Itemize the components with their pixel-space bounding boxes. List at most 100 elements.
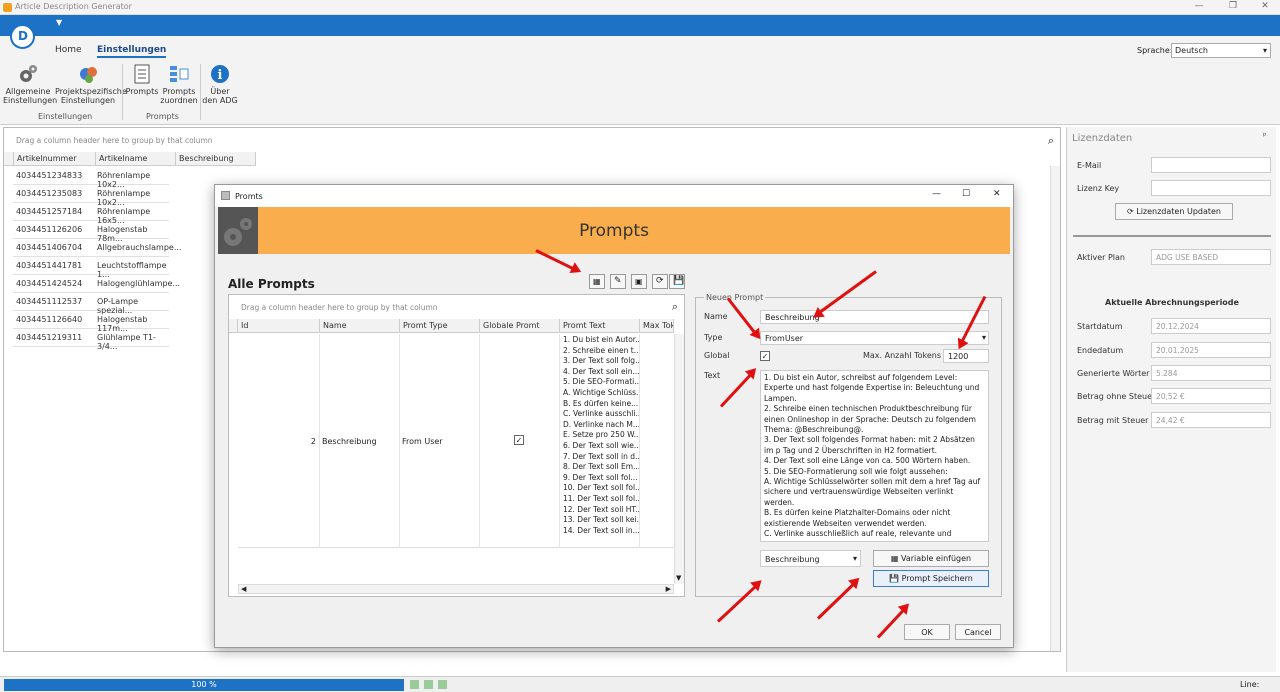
window-title: Article Description Generator	[15, 2, 132, 11]
table-row[interactable]: 4034451234833 Röhrenlampe 10x2...	[13, 167, 169, 189]
restore-icon[interactable]: ❐	[1226, 1, 1240, 13]
save-prompt-button[interactable]: 💾 Prompt Speichern	[873, 570, 989, 587]
tokens-input[interactable]: 1200	[943, 349, 989, 363]
table-row[interactable]: 4034451235083 Röhrenlampe 10x2...	[13, 185, 169, 207]
ok-button[interactable]: OK	[904, 624, 950, 640]
global-checkbox[interactable]: ✓	[760, 351, 770, 361]
plan-label: Aktiver Plan	[1077, 253, 1125, 262]
prompts-zuordnen-button[interactable]: Prompts zuordnen	[160, 64, 198, 105]
chevron-right-icon: ▶	[665, 585, 671, 593]
status-indicator-icon	[424, 680, 433, 689]
dialog-title: Promts	[235, 192, 263, 201]
insert-variable-button[interactable]: ▦ Variable einfügen	[873, 550, 989, 567]
save-prompts-button[interactable]: 💾	[669, 274, 685, 289]
dialog-banner: Prompts	[218, 207, 1010, 254]
column-header-promt-type[interactable]: Promt Type	[400, 319, 480, 333]
tokens-label: Max. Anzahl Tokens	[863, 351, 942, 360]
gross-field: 24,42 €	[1151, 412, 1271, 428]
zuordnen-label: Prompts zuordnen	[160, 87, 198, 105]
allgemeine-einstellungen-button[interactable]: Allgemeine Einstellungen	[3, 64, 57, 105]
column-header-artikelname[interactable]: Artikelname	[96, 152, 176, 166]
table-row[interactable]: 4034451441781 Leuchtstofflampe 1...	[13, 257, 169, 279]
type-value: From User	[402, 437, 443, 446]
close-icon[interactable]: ✕	[993, 189, 1001, 199]
group-legend: Neuen Prompt	[704, 293, 766, 302]
minimize-icon[interactable]: —	[932, 189, 941, 199]
horizontal-scrollbar[interactable]: ◀ ▶	[238, 584, 674, 594]
quick-access-dropdown-icon[interactable]: ▼	[56, 18, 62, 27]
status-indicator-icon	[438, 680, 447, 689]
chevron-down-icon: ▾	[852, 554, 857, 563]
column-header-id[interactable]: Id	[238, 319, 320, 333]
edit-prompt-button[interactable]: ✎	[610, 274, 626, 289]
minimize-icon[interactable]: —	[1192, 1, 1206, 13]
column-header-artikelnummer[interactable]: Artikelnummer	[14, 152, 96, 166]
table-row[interactable]: 4034451126640 Halogenstab 117m...	[13, 311, 169, 333]
group-prompts: Prompts	[146, 112, 179, 121]
name-value: Beschreibung	[322, 437, 377, 446]
email-field[interactable]	[1151, 157, 1271, 173]
prompt-text-area[interactable]: 1. Du bist ein Autor, schreibst auf folg…	[760, 370, 989, 542]
table-row[interactable]: 4034451126206 Halogenstab 78m...	[13, 221, 169, 243]
table-row[interactable]: 4034451112537 OP-Lampe spezial...	[13, 293, 169, 315]
column-header-beschreibung[interactable]: Beschreibung	[176, 152, 256, 166]
app-logo[interactable]: D	[10, 24, 35, 49]
projektspezifische-einstellungen-button[interactable]: Projektspezifische Einstellungen	[55, 64, 127, 105]
gross-label: Betrag mit Steuer	[1077, 416, 1149, 425]
variable-select-value: Beschreibung	[765, 555, 820, 564]
pin-icon[interactable]: ᵖ	[1263, 131, 1266, 140]
license-key-field[interactable]	[1151, 180, 1271, 196]
refresh-icon: ⟳	[656, 276, 664, 286]
start-label: Startdatum	[1077, 322, 1123, 331]
dialog-title-bar: Promts — ☐ ✕	[215, 185, 1013, 207]
chevron-down-icon: ▾	[981, 333, 986, 342]
search-icon[interactable]: ⌕	[672, 300, 678, 314]
close-icon[interactable]: ✕	[1258, 1, 1272, 13]
new-prompt-button[interactable]: ▦	[589, 274, 605, 289]
end-field: 20.01.2025	[1151, 342, 1271, 358]
refresh-icon: ⟳	[1126, 207, 1137, 216]
title-bar: Article Description Generator — ❐ ✕	[0, 0, 1280, 15]
vertical-scrollbar[interactable]	[1050, 166, 1060, 651]
artikelnummer-cell: 4034451424524	[16, 279, 83, 288]
variable-select[interactable]: Beschreibung ▾	[760, 550, 861, 567]
prompts-button[interactable]: Prompts	[125, 64, 159, 96]
artikelnummer-cell: 4034451234833	[16, 171, 83, 180]
words-field: 5.284	[1151, 365, 1271, 381]
name-cell: Beschreibung	[320, 334, 400, 548]
column-header-max-tokens[interactable]: Max Tokens	[640, 319, 674, 333]
row-indicator-header	[229, 319, 238, 333]
table-row[interactable]: 4034451257184 Röhrenlampe 16x5...	[13, 203, 169, 225]
table-row[interactable]: 4034451406704 Allgebrauchslampe...	[13, 239, 181, 257]
global-checkbox[interactable]: ✓	[514, 435, 524, 445]
maximize-icon[interactable]: ☐	[962, 189, 970, 199]
update-license-button[interactable]: ⟳ Lizenzdaten Updaten	[1115, 203, 1233, 220]
table-row[interactable]: 4034451424524 Halogenglühlampe...	[13, 275, 180, 293]
refresh-prompt-button[interactable]: ⟳	[652, 274, 668, 289]
column-header-globale-promt[interactable]: Globale Promt	[480, 319, 560, 333]
artikelnummer-cell: 4034451406704	[16, 243, 83, 252]
ueber-adg-button[interactable]: i Über den ADG	[202, 64, 238, 105]
tab-einstellungen[interactable]: Einstellungen	[97, 45, 167, 58]
dialog-icon	[221, 191, 230, 200]
global-cell: ✓	[480, 334, 560, 548]
vertical-scrollbar[interactable]: ▼	[674, 334, 684, 584]
search-icon[interactable]: ⌕	[1048, 134, 1054, 148]
artikelnummer-cell: 4034451235083	[16, 189, 83, 198]
cancel-button[interactable]: Cancel	[955, 624, 1001, 640]
svg-text:i: i	[218, 68, 223, 83]
column-header-promt-text[interactable]: Promt Text	[560, 319, 640, 333]
type-cell: From User	[400, 334, 480, 548]
prompt-text-line: 1. Du bist ein Autor...	[563, 335, 640, 344]
tab-home[interactable]: Home	[55, 45, 82, 55]
gears-icon	[18, 64, 38, 84]
ribbon-separator	[200, 64, 201, 120]
language-select[interactable]: Deutsch ▾	[1171, 43, 1271, 58]
status-indicator-icon	[410, 680, 419, 689]
column-header-name[interactable]: Name	[320, 319, 400, 333]
delete-prompt-button[interactable]: ▣	[631, 274, 647, 289]
table-row[interactable]: 2 Beschreibung From User ✓ 1. Du bist ei…	[238, 334, 674, 548]
name-input[interactable]: Beschreibung	[760, 310, 989, 324]
license-panel: Lizenzdaten ᵖ E-Mail Lizenz Key ⟳ Lizenz…	[1066, 127, 1276, 672]
table-row[interactable]: 4034451219311 Glühlampe T1-3/4...	[13, 329, 169, 351]
